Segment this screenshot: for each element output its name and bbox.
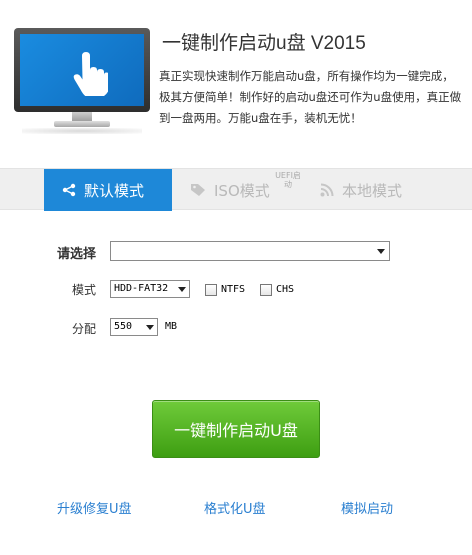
ntfs-checkbox[interactable] — [205, 284, 217, 296]
make-boot-usb-button[interactable]: 一键制作启动U盘 — [152, 400, 320, 458]
partition-label: 分配 — [72, 322, 97, 336]
chevron-down-icon — [178, 287, 186, 292]
chevron-down-icon — [146, 325, 154, 330]
monitor-screen — [20, 34, 144, 106]
chevron-down-icon — [377, 249, 385, 254]
monitor-shadow — [22, 128, 142, 134]
chs-checkbox[interactable] — [260, 284, 272, 296]
monitor-logo — [14, 28, 150, 134]
partition-unit: MB — [165, 321, 178, 332]
ntfs-label: NTFS — [221, 284, 246, 295]
tab-local-mode-label: 本地模式 — [342, 181, 403, 200]
mode-select[interactable]: HDD-FAT32 — [110, 280, 190, 298]
chs-label: CHS — [276, 284, 295, 295]
app-title: 一键制作启动u盘 V2015 — [162, 33, 366, 54]
monitor-base — [54, 121, 110, 127]
upgrade-repair-usb-link[interactable]: 升级修复U盘 — [57, 498, 132, 517]
rss-icon — [320, 183, 334, 197]
uefi-badge: UEFI启动 — [275, 171, 301, 189]
partition-size-select[interactable]: 550 — [110, 318, 158, 336]
share-icon — [62, 183, 76, 197]
pointer-hand-icon — [73, 52, 108, 96]
partition-size-value: 550 — [114, 321, 133, 332]
select-label: 请选择 — [57, 247, 97, 262]
mode-select-value: HDD-FAT32 — [114, 283, 169, 294]
tab-local-mode[interactable]: 本地模式 — [300, 169, 440, 211]
disk-select[interactable] — [110, 241, 390, 261]
tab-default-mode[interactable]: 默认模式 — [44, 169, 172, 211]
format-usb-link[interactable]: 格式化U盘 — [204, 498, 266, 517]
header: 一键制作启动u盘 V2015 真正实现快速制作万能启动u盘，所有操作均为一键完成… — [0, 0, 472, 168]
mode-tabbar: 默认模式 ISO模式 UEFI启动 本地模式 — [0, 168, 472, 211]
tab-iso-mode-label: ISO模式 — [214, 181, 270, 200]
tag-icon — [191, 184, 205, 196]
app-description: 真正实现快速制作万能启动u盘，所有操作均为一键完成，极其方便简单！制作好的启动u… — [159, 69, 462, 125]
simulate-boot-link[interactable]: 模拟启动 — [341, 498, 393, 517]
tab-default-mode-label: 默认模式 — [84, 181, 145, 200]
mode-label: 模式 — [72, 283, 97, 297]
